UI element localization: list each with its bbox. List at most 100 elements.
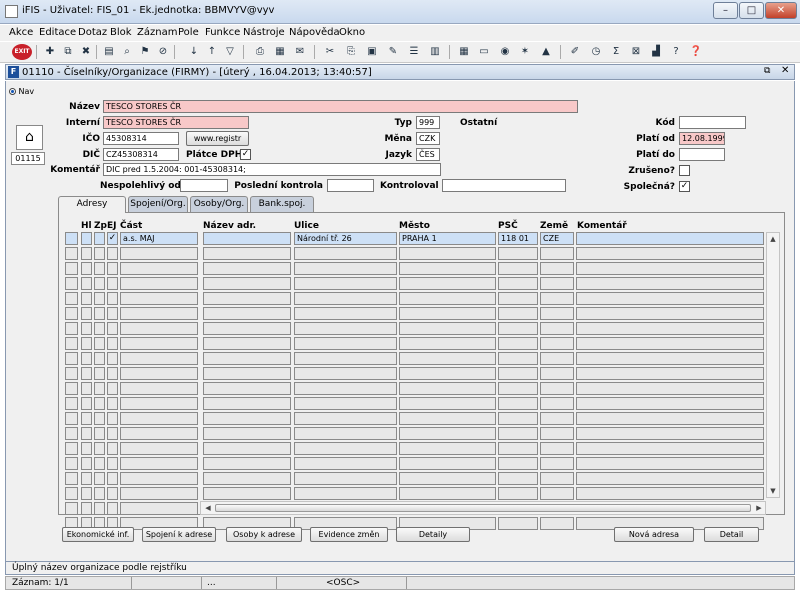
row-psc-cell[interactable] [498,412,538,425]
ico-field[interactable]: 45308314 [103,132,179,145]
edit-sheet-icon[interactable]: ✐ [567,44,583,60]
row-cast-cell[interactable] [120,457,198,470]
row-zp-checkbox[interactable] [94,382,105,395]
kontroloval-field[interactable] [442,179,566,192]
row-indicator[interactable] [65,352,78,365]
row-cast-cell[interactable] [120,502,198,515]
row-indicator[interactable] [65,277,78,290]
row-mesto-cell[interactable] [399,367,496,380]
row-nazev-cell[interactable] [203,412,291,425]
scroll-up-icon[interactable]: ▲ [767,233,779,245]
row-zeme-cell[interactable] [540,442,574,455]
row-komentar-cell[interactable] [576,262,764,275]
row-zp-checkbox[interactable] [94,337,105,350]
row-komentar-cell[interactable] [576,487,764,500]
row-ej-checkbox[interactable] [107,427,118,440]
row-zeme-cell[interactable] [540,397,574,410]
row-hl-checkbox[interactable] [81,232,92,245]
row-ej-checkbox[interactable] [107,472,118,485]
row-zeme-cell[interactable] [540,277,574,290]
row-nazev-cell[interactable] [203,367,291,380]
edit-icon[interactable]: ✎ [385,44,401,60]
row-ulice-cell[interactable]: Národní tř. 26 [294,232,397,245]
form-close-icon[interactable]: ✕ [781,65,789,76]
row-ulice-cell[interactable] [294,247,397,260]
row-hl-checkbox[interactable] [81,487,92,500]
row-ulice-cell[interactable] [294,382,397,395]
row-psc-cell[interactable] [498,322,538,335]
row-zp-checkbox[interactable] [94,412,105,425]
row-mesto-cell[interactable] [399,337,496,350]
print-icon[interactable]: ⎙ [252,44,268,60]
menu-pole[interactable]: Pole [178,27,199,38]
row-zp-checkbox[interactable] [94,367,105,380]
row-hl-checkbox[interactable] [81,457,92,470]
nespolehlivy-field[interactable] [180,179,228,192]
dic-field[interactable]: CZ45308314 [103,148,179,161]
row-nazev-cell[interactable] [203,322,291,335]
row-psc-cell[interactable] [498,442,538,455]
row-indicator[interactable] [65,367,78,380]
platce-dph-checkbox[interactable]: ✓ [240,149,251,160]
cut-icon[interactable]: ✂ [322,44,338,60]
row-indicator[interactable] [65,322,78,335]
row-psc-cell[interactable] [498,292,538,305]
row-psc-cell[interactable] [498,367,538,380]
row-psc-cell[interactable] [498,487,538,500]
menu-nastroje[interactable]: Nástroje [243,27,285,38]
row-nazev-cell[interactable] [203,232,291,245]
row-nazev-cell[interactable] [203,307,291,320]
row-psc-cell[interactable] [498,472,538,485]
copy-icon[interactable]: ⎘ [343,44,359,60]
row-indicator[interactable] [65,307,78,320]
kod-field[interactable] [679,116,746,129]
row-cast-cell[interactable] [120,262,198,275]
row-zp-checkbox[interactable] [94,442,105,455]
row-cast-cell[interactable] [120,277,198,290]
plati-do-field[interactable] [679,148,725,161]
maximize-button[interactable]: □ [739,2,764,19]
row-zeme-cell[interactable] [540,247,574,260]
row-ulice-cell[interactable] [294,352,397,365]
row-indicator[interactable] [65,487,78,500]
row-mesto-cell[interactable] [399,442,496,455]
row-mesto-cell[interactable] [399,307,496,320]
row-psc-cell[interactable] [498,382,538,395]
row-komentar-cell[interactable] [576,337,764,350]
row-cast-cell[interactable] [120,337,198,350]
menu-editace[interactable]: Editace [39,27,76,38]
row-hl-checkbox[interactable] [81,337,92,350]
row-mesto-cell[interactable] [399,322,496,335]
query-enter-icon[interactable]: ⌕ [119,44,135,60]
row-indicator[interactable] [65,247,78,260]
row-ej-checkbox[interactable] [107,262,118,275]
row-indicator[interactable] [65,397,78,410]
spolecna-checkbox[interactable]: ✓ [679,181,690,192]
row-psc-cell[interactable] [498,262,538,275]
row-komentar-cell[interactable] [576,322,764,335]
row-hl-checkbox[interactable] [81,472,92,485]
row-ej-checkbox[interactable] [107,322,118,335]
row-hl-checkbox[interactable] [81,397,92,410]
row-mesto-cell[interactable] [399,412,496,425]
globe-icon[interactable]: ◉ [497,44,513,60]
row-ej-checkbox[interactable] [107,307,118,320]
query-cancel-icon[interactable]: ⊘ [155,44,171,60]
row-ej-checkbox[interactable] [107,277,118,290]
row-psc-cell[interactable] [498,397,538,410]
row-ej-checkbox[interactable] [107,487,118,500]
row-indicator[interactable] [65,382,78,395]
row-indicator[interactable] [65,472,78,485]
row-zeme-cell[interactable] [540,487,574,500]
vertical-scrollbar[interactable]: ▲ ▼ [766,232,780,498]
save-icon[interactable]: ▤ [101,44,117,60]
row-zeme-cell[interactable] [540,307,574,320]
row-komentar-cell[interactable] [576,307,764,320]
row-ej-checkbox[interactable] [107,502,118,515]
row-zeme-cell[interactable] [540,427,574,440]
row-komentar-cell[interactable] [576,427,764,440]
excel-icon[interactable]: ⊠ [628,44,644,60]
row-nazev-cell[interactable] [203,382,291,395]
row-cast-cell[interactable] [120,427,198,440]
row-cast-cell[interactable] [120,322,198,335]
